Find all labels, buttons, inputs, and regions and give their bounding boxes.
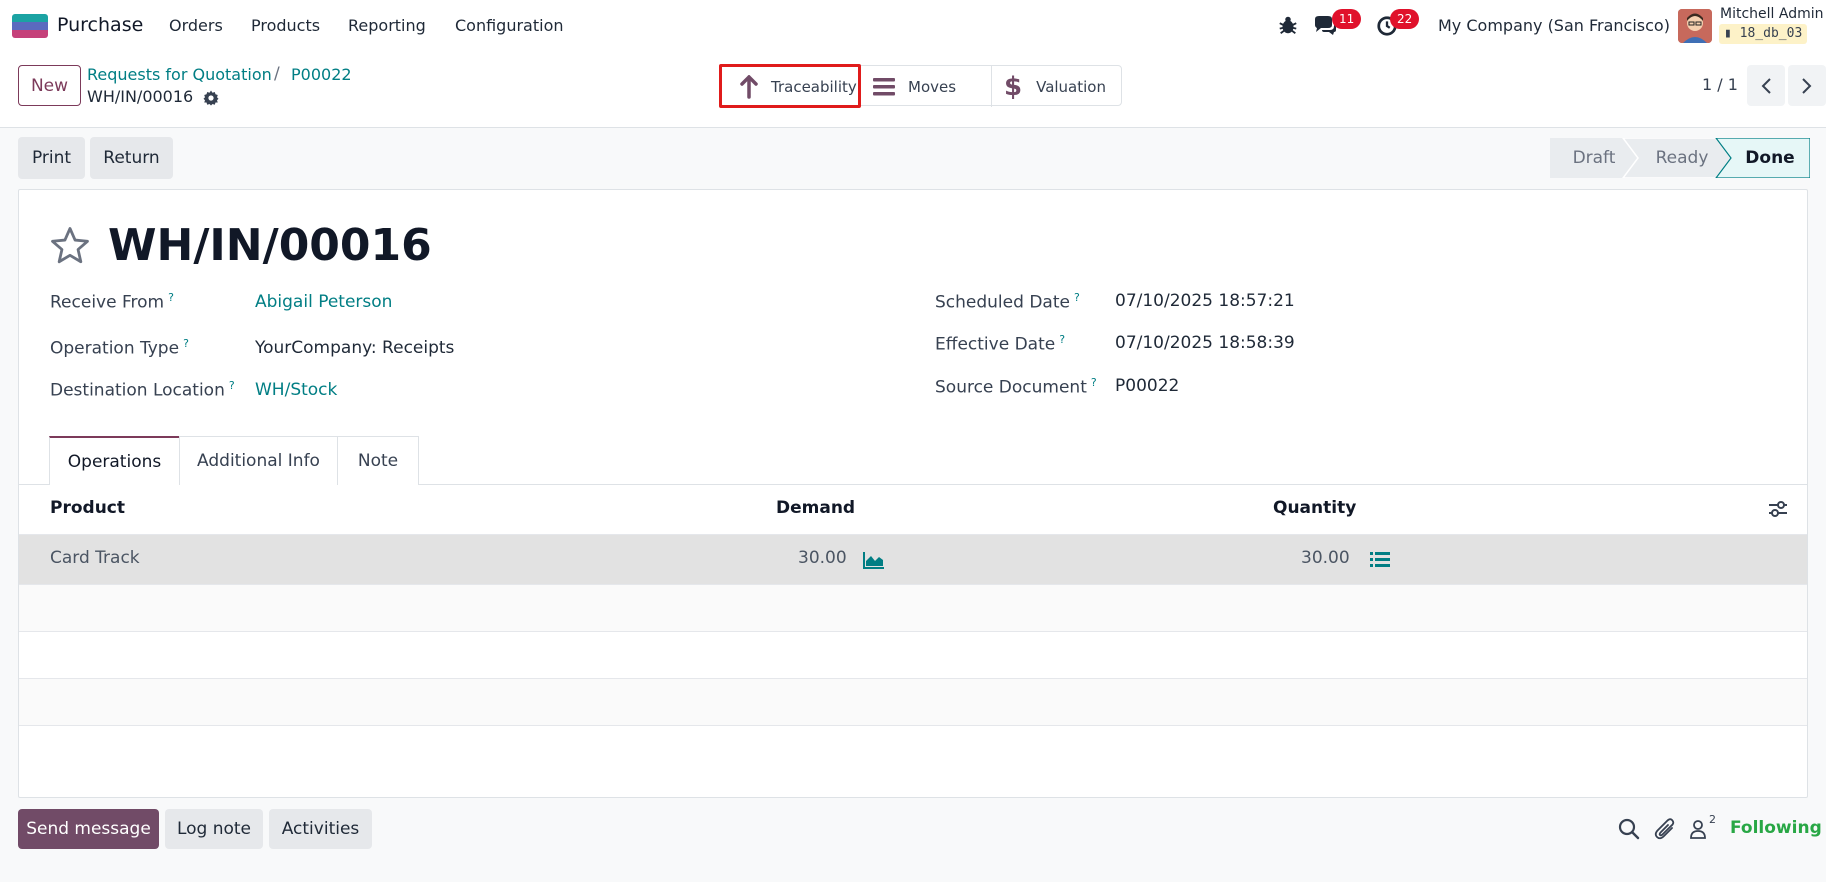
form-sheet: WH/IN/00016 Receive From? Abigail Peters… [18,189,1808,798]
table-row-empty [19,631,1807,679]
return-button[interactable]: Return [90,137,173,179]
menu-configuration[interactable]: Configuration [455,16,564,35]
effective-date-label: Effective Date? [935,333,1066,355]
moves-button[interactable]: Moves [872,66,990,107]
tab-operations[interactable]: Operations [49,436,180,485]
status-ready[interactable]: Ready [1638,138,1726,178]
messages-badge: 11 [1332,9,1362,29]
operation-type-value[interactable]: YourCompany: Receipts [255,338,454,358]
detailed-operations-icon[interactable] [1370,551,1390,569]
source-document-label: Source Document? [935,376,1097,398]
pager-next-button[interactable] [1788,65,1826,106]
print-button[interactable]: Print [18,137,85,179]
tab-note[interactable]: Note [337,436,419,485]
status-done[interactable]: Done [1730,138,1810,178]
receive-from-value[interactable]: Abigail Peterson [255,292,392,312]
source-document-value[interactable]: P00022 [1115,376,1179,396]
receive-from-label: Receive From? [50,291,174,313]
activities-button[interactable]: Activities [269,809,372,849]
table-row-empty [19,584,1807,632]
effective-date-value[interactable]: 07/10/2025 18:58:39 [1115,333,1295,353]
help-marker[interactable]: ? [1074,291,1080,304]
send-message-button[interactable]: Send message [18,809,159,849]
database-name: 18_db_03 [1739,26,1803,41]
destination-location-value[interactable]: WH/Stock [255,380,337,400]
list-icon [873,77,895,95]
user-avatar[interactable] [1678,9,1712,43]
operation-type-label: Operation Type? [50,337,189,359]
company-switcher[interactable]: My Company (San Francisco) [1438,16,1670,35]
moves-label: Moves [908,77,957,96]
breadcrumb-current: WH/IN/00016 [87,87,194,106]
paperclip-icon[interactable] [1654,817,1678,841]
search-icon[interactable] [1617,817,1641,841]
arrow-up-icon [740,74,758,99]
traceability-label: Traceability [771,77,857,96]
help-marker[interactable]: ? [1091,376,1097,389]
help-marker[interactable]: ? [183,337,189,350]
chevron-right-icon [1802,77,1812,94]
chevron-left-icon [1761,77,1771,94]
column-product[interactable]: Product [50,498,125,518]
new-button[interactable]: New [18,65,81,106]
database-icon: ▮ [1724,26,1732,41]
menu-products[interactable]: Products [251,16,320,35]
smart-separator [991,66,992,107]
table-row[interactable]: Card Track 30.00 30.00 [19,534,1807,584]
breadcrumb-rfq[interactable]: Requests for Quotation [87,65,272,84]
pager-value[interactable]: 1 / 1 [1702,75,1738,94]
help-marker[interactable]: ? [168,291,174,304]
record-title: WH/IN/00016 [108,220,432,271]
cell-demand[interactable]: 30.00 [798,548,847,568]
scheduled-date-value[interactable]: 07/10/2025 18:57:21 [1115,291,1295,311]
control-panel: New Requests for Quotation / P00022 WH/I… [0,52,1826,128]
traceability-button[interactable]: Traceability [720,66,862,107]
database-tag: ▮ 18_db_03 [1719,24,1808,44]
column-quantity[interactable]: Quantity [1273,498,1356,518]
valuation-button[interactable]: $ Valuation [1004,66,1122,107]
table-row-empty [19,678,1807,726]
destination-location-label: Destination Location? [50,379,235,401]
top-navbar: Purchase Orders Products Reporting Confi… [0,0,1826,52]
valuation-label: Valuation [1036,77,1106,96]
log-note-button[interactable]: Log note [165,809,263,849]
pager-previous-button[interactable] [1747,65,1785,106]
tab-additional-info[interactable]: Additional Info [179,436,338,485]
breadcrumb-po[interactable]: P00022 [291,65,352,84]
followers-count: 2 [1709,813,1716,826]
activities-badge: 22 [1390,9,1420,29]
help-marker[interactable]: ? [229,379,235,392]
breadcrumb-separator: / [274,64,280,84]
dollar-icon: $ [1004,71,1023,102]
cell-product[interactable]: Card Track [50,548,140,568]
column-settings-icon[interactable] [1768,500,1788,518]
forecast-chart-icon[interactable] [863,551,885,569]
column-demand[interactable]: Demand [776,498,855,518]
purchase-app-icon[interactable] [12,14,48,38]
cell-quantity[interactable]: 30.00 [1301,548,1350,568]
menu-reporting[interactable]: Reporting [348,16,426,35]
smart-buttons: Traceability Moves $ Valuation [719,65,1122,107]
help-marker[interactable]: ? [1059,333,1065,346]
status-draft[interactable]: Draft [1550,138,1638,178]
user-name[interactable]: Mitchell Admin [1720,6,1824,22]
app-name[interactable]: Purchase [57,14,143,36]
menu-orders[interactable]: Orders [169,16,223,35]
bug-icon[interactable] [1277,14,1299,36]
gear-icon[interactable] [202,89,220,107]
following-button[interactable]: Following [1730,818,1822,838]
star-icon[interactable] [49,225,91,267]
table-row-empty [19,725,1807,773]
scheduled-date-label: Scheduled Date? [935,291,1080,313]
